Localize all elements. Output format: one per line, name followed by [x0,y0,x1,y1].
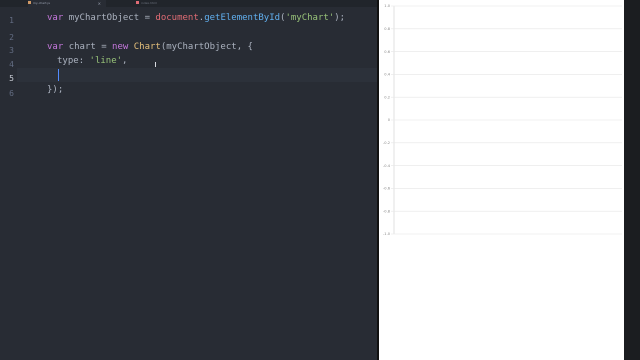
operator: = [101,42,107,52]
y-tick-label: 0.8 [384,27,390,31]
line-number: 4 [9,60,14,69]
keyword: new [112,42,129,52]
y-tick-label: -1.0 [383,232,391,236]
html-file-icon [136,1,139,5]
line-number-current: 5 [9,74,14,83]
close-tab-icon[interactable]: × [98,0,101,7]
tab-index-html[interactable]: index.html [136,0,196,7]
js-file-icon [28,1,31,5]
code-line-4[interactable]: type: 'line', [57,54,127,68]
string-literal: 'line' [89,56,123,66]
y-tick-label: -0.4 [383,164,391,168]
y-tick-label: 0.2 [384,95,390,99]
keyword: var [47,42,64,52]
line-chart: 1.0 0.8 0.6 0.4 0.2 0 -0.2 -0.4 -0.6 -0.8 -1.0 [383,4,622,236]
line-number-gutter: 1 2 3 4 5 6 [0,7,17,360]
comma: , [122,56,128,66]
line-number: 1 [9,16,14,25]
tab-my-chart-js[interactable]: my-chart.js × [28,0,106,7]
line-number: 3 [9,46,14,55]
colon: : [78,56,85,66]
property-key: type [57,56,79,66]
punctuation: , { [236,42,253,52]
line-number: 2 [9,33,14,42]
y-tick-label: 0 [388,118,391,122]
y-tick-label: 0.4 [384,73,390,77]
y-tick-label: -0.8 [383,209,391,213]
code-line-1[interactable]: var myChartObject = document.getElementB… [47,11,345,25]
identifier: myChartObject [68,13,140,23]
chart-preview-pane: 1.0 0.8 0.6 0.4 0.2 0 -0.2 -0.4 -0.6 -0.8 -1.0 [379,0,624,360]
y-tick-label: 1.0 [384,4,390,8]
line-number: 6 [9,89,14,98]
punctuation: }); [47,85,64,95]
object-name: document [155,13,199,23]
string-literal: 'myChart' [285,13,335,23]
method-name: getElementById [204,13,281,23]
window-edge [624,0,640,360]
text-cursor [58,69,59,81]
tab-bar: my-chart.js × index.html [0,0,377,7]
operator: = [144,13,150,23]
identifier: chart [68,42,96,52]
y-tick-label: 0.6 [384,50,390,54]
tab-label: my-chart.js [33,1,50,5]
class-name: Chart [133,42,161,52]
y-tick-label: -0.2 [383,141,390,145]
code-editor[interactable]: my-chart.js × index.html 1 2 3 4 5 6 var… [0,0,377,360]
mouse-ibeam-icon [155,62,156,67]
current-line-highlight [17,68,377,82]
y-tick-label: -0.6 [383,187,391,191]
identifier: myChartObject [166,42,237,52]
tab-label: index.html [141,1,157,5]
paren: ); [334,13,346,23]
code-line-3[interactable]: var chart = new Chart(myChartObject, { [47,40,253,54]
keyword: var [47,13,64,23]
code-line-6[interactable]: }); [47,83,63,97]
